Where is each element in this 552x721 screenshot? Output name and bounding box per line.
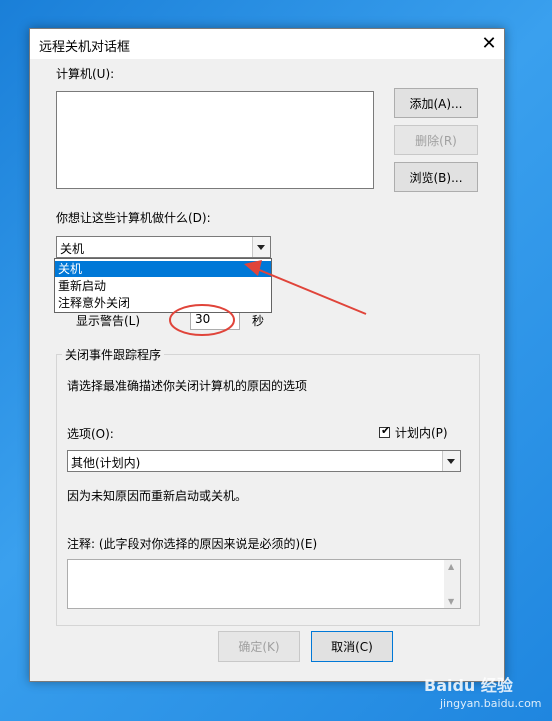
annotation-circle <box>169 304 235 336</box>
annotation-arrow-line <box>251 266 367 315</box>
watermark-url: jingyan.baidu.com <box>440 697 542 710</box>
watermark-brand: Baidu 经验 <box>424 676 513 695</box>
annotation-overlay <box>169 260 367 336</box>
annotation-arrowhead <box>244 260 262 276</box>
